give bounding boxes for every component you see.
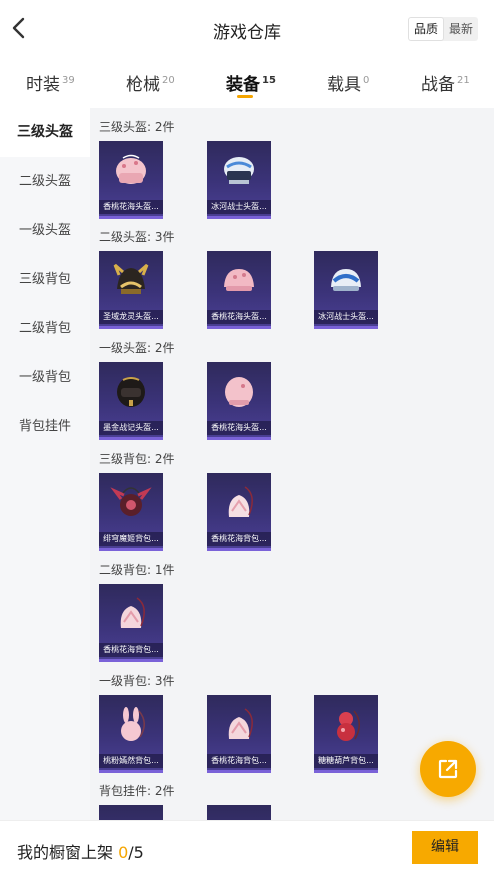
item-name: 香桃花海背包... <box>99 643 163 657</box>
item-name: 冰河战士头盔... <box>207 200 271 214</box>
section-title: 一级背包: 3件 <box>99 674 175 688</box>
tab-label: 战备 <box>421 75 455 95</box>
tab-count: 0 <box>363 75 370 86</box>
bottom-bar: 我的橱窗上架 0/5 编辑 <box>0 820 494 875</box>
pink-backpack-icon <box>120 597 145 628</box>
tab-count: 39 <box>62 75 75 86</box>
showcase-count: 我的橱窗上架 0/5 <box>17 839 144 863</box>
section-title: 二级头盔: 3件 <box>99 230 175 244</box>
sidebar-item-level1-backpack[interactable]: 一级背包 <box>0 353 90 402</box>
item-card[interactable]: 桃粉嫣然背包... <box>99 695 163 773</box>
item-card[interactable]: 香桃花海头盔... <box>207 362 271 440</box>
item-name: 香桃花海头盔... <box>207 421 271 435</box>
item-name: 绯穹魔姬背包... <box>99 532 163 546</box>
bunny-backpack-icon <box>121 707 145 741</box>
item-card[interactable]: 圣域龙灵头盔... <box>99 251 163 329</box>
item-card[interactable]: 冰河战士头盔... <box>314 251 378 329</box>
pink-backpack-icon <box>228 708 253 739</box>
tab-count: 20 <box>162 75 175 86</box>
sidebar-item-level1-helmet[interactable]: 一级头盔 <box>0 206 90 255</box>
section-title: 二级背包: 1件 <box>99 563 175 577</box>
pink-helmet-icon <box>224 269 254 291</box>
section-title: 一级头盔: 2件 <box>99 341 175 355</box>
pink-backpack-icon <box>228 486 253 517</box>
category-tabs: 时装 39 枪械 20 装备 15 载具 0 战备 21 <box>0 56 494 108</box>
active-tab-indicator <box>237 95 253 98</box>
tab-guns[interactable]: 枪械 20 <box>126 70 175 95</box>
pink-helmet-icon <box>116 154 146 184</box>
item-grid: 三级头盔: 2件 香桃花海头盔... 冰河战士头盔... 二级头盔: 3件 圣域… <box>90 108 494 820</box>
ice-helmet-icon <box>224 157 254 184</box>
tab-count: 15 <box>262 75 276 86</box>
item-name: 香桃花海头盔... <box>99 200 163 214</box>
tab-count: 21 <box>457 75 470 86</box>
pink-helmet-icon <box>225 377 253 407</box>
tab-label: 时装 <box>26 75 60 95</box>
demon-backpack-icon <box>110 487 152 516</box>
sidebar-item-level3-backpack[interactable]: 三级背包 <box>0 255 90 304</box>
item-card[interactable]: 糖糖葫芦背包... <box>314 695 378 773</box>
edit-button[interactable]: 编辑 <box>412 831 478 864</box>
item-card[interactable] <box>99 805 163 820</box>
share-button[interactable] <box>420 741 476 797</box>
item-card[interactable]: 香桃花海背包... <box>207 473 271 551</box>
tab-vehicles[interactable]: 载具 0 <box>327 70 369 95</box>
item-card[interactable]: 香桃花海头盔... <box>99 141 163 219</box>
tab-label: 装备 <box>226 75 260 95</box>
sidebar-item-level2-backpack[interactable]: 二级背包 <box>0 304 90 353</box>
item-name: 香桃花海背包... <box>207 532 271 546</box>
item-name: 冰河战士头盔... <box>314 310 378 324</box>
sidebar-item-level3-helmet[interactable]: 三级头盔 <box>0 108 90 157</box>
candy-backpack-icon <box>337 710 360 741</box>
tab-label: 载具 <box>327 75 361 95</box>
section-title: 三级头盔: 2件 <box>99 120 175 134</box>
external-link-icon <box>438 759 458 779</box>
sort-quality-button[interactable]: 品质 <box>407 17 444 41</box>
item-card[interactable]: 冰河战士头盔... <box>207 141 271 219</box>
sidebar-item-backpack-charm[interactable]: 背包挂件 <box>0 402 90 451</box>
item-card[interactable]: 香桃花海背包... <box>207 695 271 773</box>
item-name: 香桃花海背包... <box>207 754 271 768</box>
item-card[interactable]: 香桃花海头盔... <box>207 251 271 329</box>
item-name: 香桃花海头盔... <box>207 310 271 324</box>
item-card[interactable]: 墨金战记头盔... <box>99 362 163 440</box>
item-name: 糖糖葫芦背包... <box>314 754 378 768</box>
showcase-current: 0 <box>118 843 129 862</box>
item-card[interactable]: 绯穹魔姬背包... <box>99 473 163 551</box>
sort-toggle: 品质 最新 <box>407 17 478 41</box>
item-name: 圣域龙灵头盔... <box>99 310 163 324</box>
header: 游戏仓库 品质 最新 <box>0 0 494 56</box>
tab-label: 枪械 <box>126 75 160 95</box>
sidebar: 三级头盔 二级头盔 一级头盔 三级背包 二级背包 一级背包 背包挂件 <box>0 108 90 820</box>
tab-fashion[interactable]: 时装 39 <box>26 70 75 95</box>
item-name: 墨金战记头盔... <box>99 421 163 435</box>
sort-newest-button[interactable]: 最新 <box>444 17 478 41</box>
tab-battle-prep[interactable]: 战备 21 <box>421 70 470 95</box>
item-card[interactable] <box>207 805 271 820</box>
showcase-label: 我的橱窗上架 <box>17 843 119 862</box>
sidebar-item-level2-helmet[interactable]: 二级头盔 <box>0 157 90 206</box>
showcase-total: /5 <box>128 843 144 862</box>
tab-equipment[interactable]: 装备 15 <box>226 70 276 95</box>
item-card[interactable]: 香桃花海背包... <box>99 584 163 662</box>
dragon-helmet-icon <box>113 263 149 294</box>
section-title: 三级背包: 2件 <box>99 452 175 466</box>
section-title: 背包挂件: 2件 <box>99 784 175 798</box>
ice-helmet-icon <box>331 269 361 291</box>
black-helmet-icon <box>117 377 145 407</box>
item-name: 桃粉嫣然背包... <box>99 754 163 768</box>
